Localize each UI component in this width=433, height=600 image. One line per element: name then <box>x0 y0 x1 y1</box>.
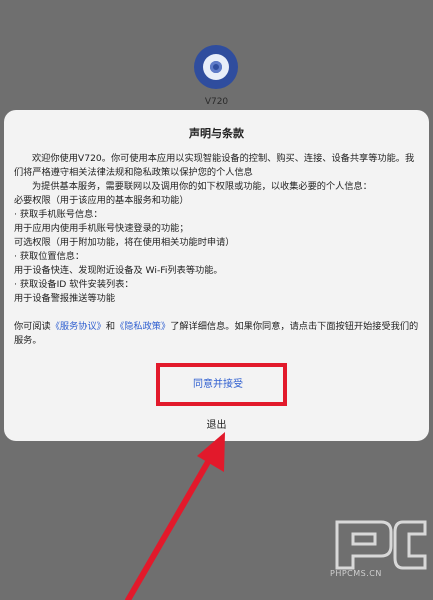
red-arrow-icon <box>125 432 225 600</box>
watermark-text: PHPCMS.CN <box>330 569 382 578</box>
watermark-logo-icon <box>335 520 427 570</box>
